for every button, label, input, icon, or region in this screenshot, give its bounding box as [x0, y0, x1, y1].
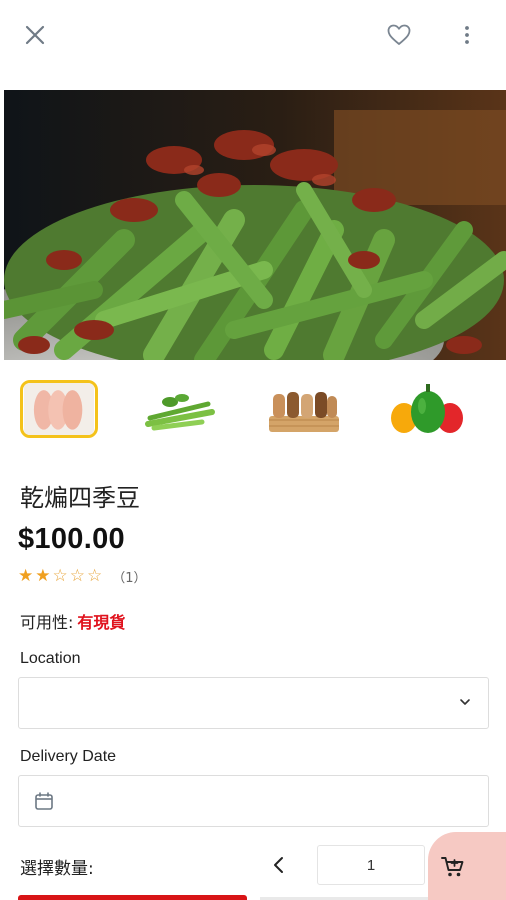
- chevron-down-icon: [460, 699, 470, 705]
- star-empty-icon: ☆: [87, 566, 103, 586]
- product-title: 乾煸四季豆: [20, 484, 140, 512]
- availability-label: 可用性:: [20, 613, 74, 632]
- star-empty-icon: ☆: [69, 566, 85, 586]
- delivery-date-field[interactable]: [18, 775, 489, 827]
- add-to-cart-icon: [441, 857, 464, 877]
- chevron-left-icon: [274, 857, 283, 873]
- top-bar: [0, 0, 506, 72]
- star-empty-icon: ☆: [52, 566, 68, 586]
- bread-basket-image: [265, 380, 343, 438]
- rating-count[interactable]: （1）: [112, 567, 146, 586]
- thumbnail-bread[interactable]: [265, 380, 343, 438]
- availability: 可用性: 有現貨: [20, 609, 125, 633]
- location-select[interactable]: [18, 677, 489, 729]
- calendar-icon: [35, 792, 53, 810]
- star-filled-icon: ★: [35, 566, 51, 586]
- celery-image: [142, 380, 220, 438]
- close-icon: [25, 25, 45, 45]
- bell-peppers-image: [388, 380, 466, 438]
- buy-now-button[interactable]: [18, 895, 247, 900]
- close-button[interactable]: [18, 18, 52, 52]
- more-vertical-icon: [465, 26, 469, 44]
- chicken-breast-image: [24, 383, 94, 435]
- availability-value: 有現貨: [77, 613, 126, 632]
- quantity-input[interactable]: 1: [317, 845, 425, 885]
- product-price: $100.00: [18, 523, 125, 555]
- location-label: Location: [20, 650, 81, 667]
- thumbnail-celery[interactable]: [142, 380, 220, 438]
- product-main-image[interactable]: [4, 90, 506, 360]
- quantity-label: 選擇數量:: [20, 859, 94, 879]
- thumbnail-chicken[interactable]: [20, 380, 98, 438]
- rating: ★ ★ ☆ ☆ ☆ （1）: [18, 566, 147, 586]
- thumbnail-peppers[interactable]: [388, 380, 466, 438]
- delivery-date-label: Delivery Date: [20, 748, 117, 765]
- heart-outline-icon: [387, 24, 411, 45]
- quantity-decrease-button[interactable]: [264, 848, 294, 882]
- more-options-button[interactable]: [452, 18, 482, 52]
- add-to-cart-button[interactable]: [428, 832, 506, 900]
- favorite-button[interactable]: [382, 18, 416, 52]
- dish-image: [4, 90, 506, 360]
- thumbnail-strip: [0, 372, 506, 452]
- star-filled-icon: ★: [18, 566, 34, 586]
